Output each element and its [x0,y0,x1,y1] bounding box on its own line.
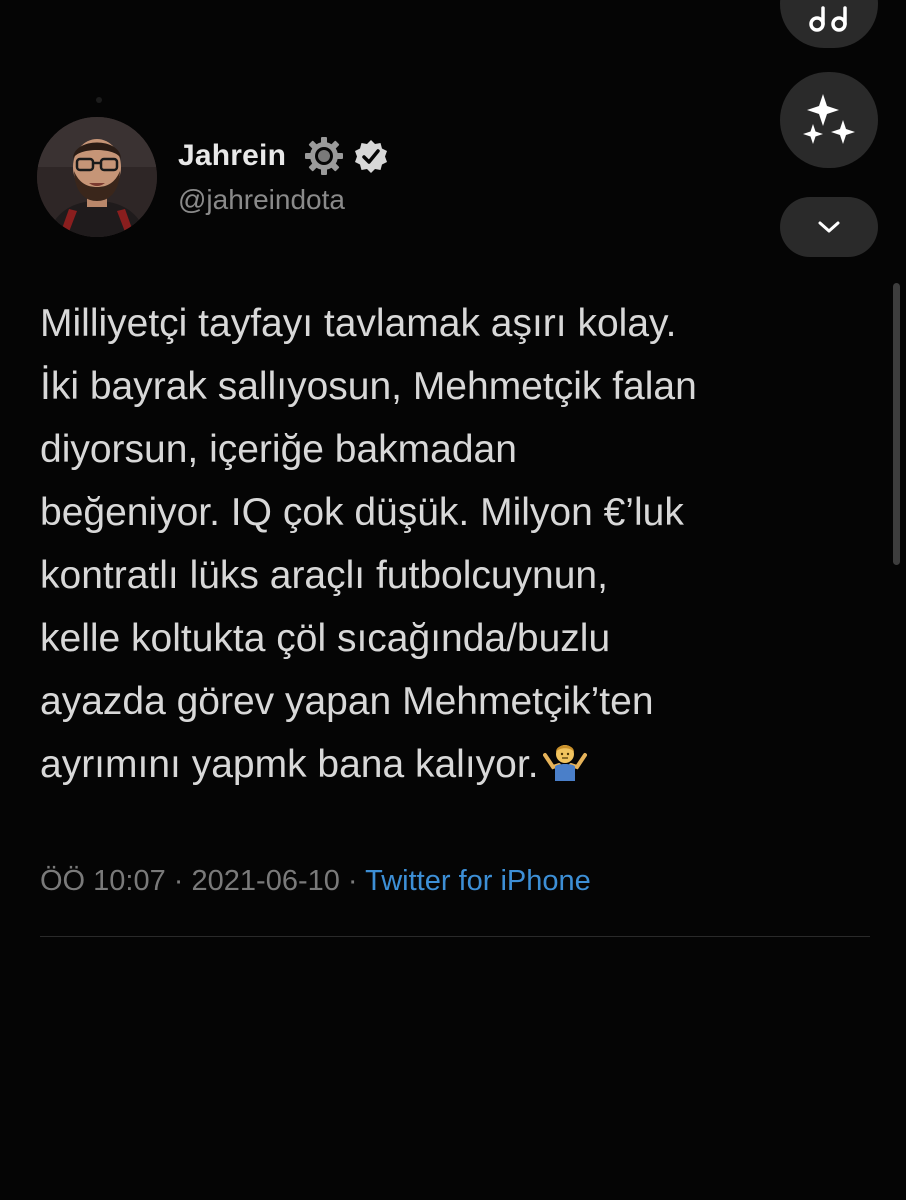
music-button[interactable] [780,0,878,48]
user-handle[interactable]: @jahreindota [178,184,345,216]
chevron-down-icon [818,221,840,233]
person-shrugging-icon [542,737,587,800]
sparkle-icon [803,94,855,144]
scrollbar[interactable] [893,283,900,565]
tweet-date[interactable]: 2021-06-10 [192,865,340,897]
tweet-text: Milliyetçi tayfayı tavlamak aşırı kolay.… [40,292,870,800]
sparkle-button[interactable] [780,72,878,168]
scroll-down-button[interactable] [780,197,878,257]
music-icon [809,6,847,32]
tweet-meta: ÖÖ 10:07 · 2021-06-10 · Twitter for iPho… [40,865,591,898]
tweet-screen: Jahrein @jahreindota Milliyetçi tayfayı … [0,0,906,1200]
avatar[interactable] [37,117,157,237]
verified-icon [352,138,390,176]
meta-separator: · [165,865,192,897]
meta-separator: · [339,865,366,897]
tweet-body: Milliyetçi tayfayı tavlamak aşırı kolay.… [40,302,697,786]
gear-icon [302,136,346,176]
display-name[interactable]: Jahrein [178,139,286,173]
status-dot [96,97,102,103]
tweet-time[interactable]: ÖÖ 10:07 [40,865,166,897]
tweet-source-link[interactable]: Twitter for iPhone [365,865,591,897]
divider [40,936,870,937]
